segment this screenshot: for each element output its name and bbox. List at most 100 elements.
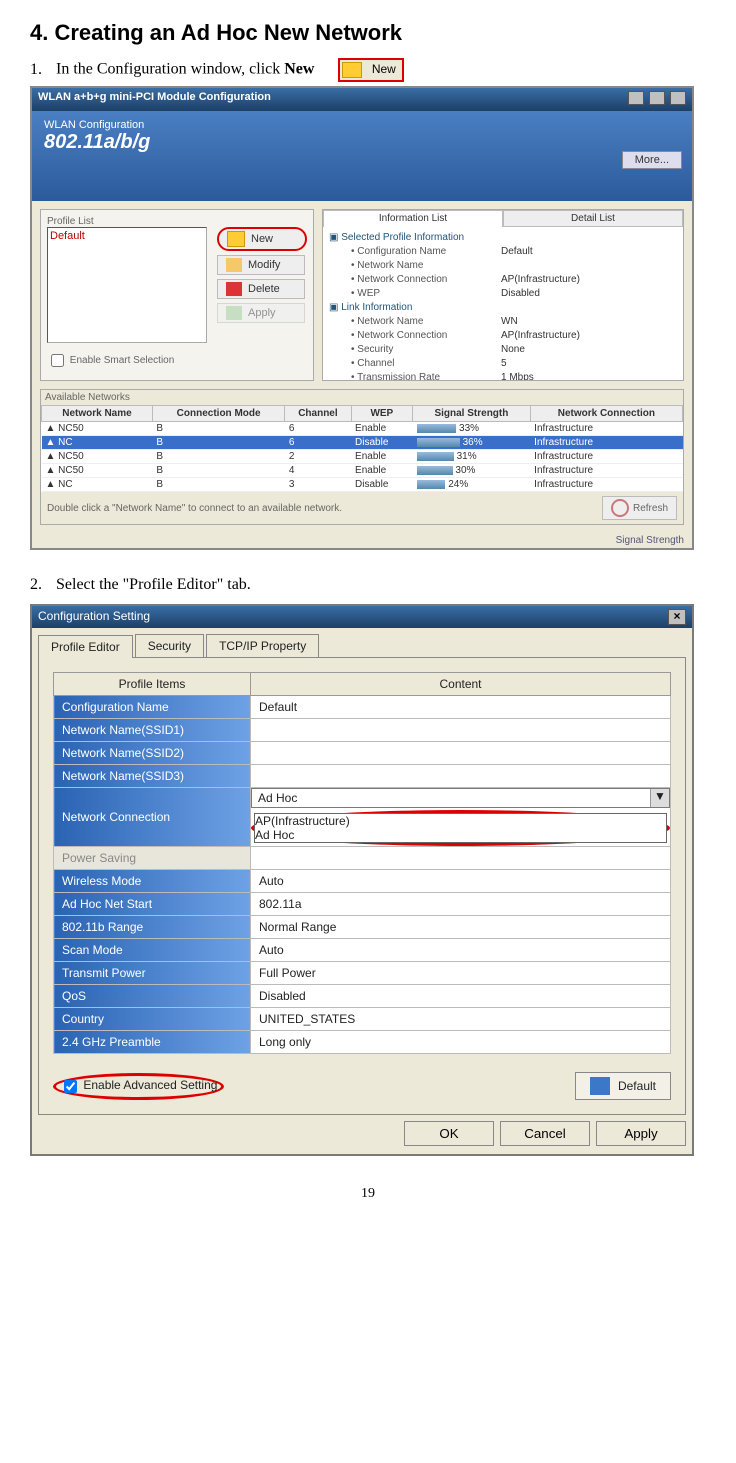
table-row[interactable]: QoSDisabled [54, 985, 671, 1008]
tab-detail-list[interactable]: Detail List [503, 210, 683, 227]
enable-smart-selection[interactable]: Enable Smart Selection [47, 351, 307, 370]
cell-mode: B [152, 422, 284, 436]
close-icon[interactable] [670, 91, 686, 105]
profile-list[interactable]: Default [47, 227, 207, 343]
delete-button[interactable]: Delete [217, 279, 305, 299]
table-row[interactable]: Network ConnectionAd Hoc▼AP(Infrastructu… [54, 788, 671, 847]
row-value[interactable]: Auto [251, 870, 671, 893]
apply-button-label: Apply [248, 307, 276, 319]
row-value[interactable] [251, 765, 671, 788]
row-value[interactable]: Full Power [251, 962, 671, 985]
cell-wep: Enable [351, 464, 413, 478]
row-value[interactable]: Long only [251, 1031, 671, 1054]
tab-information-list[interactable]: Information List [323, 210, 503, 227]
dropdown-option[interactable]: AP(Infrastructure) [255, 814, 666, 828]
table-row[interactable]: CountryUNITED_STATES [54, 1008, 671, 1031]
tab-security[interactable]: Security [135, 634, 204, 657]
profile-list-box: Profile List Default New Modify Delete A… [40, 209, 314, 381]
row-value[interactable]: Normal Range [251, 916, 671, 939]
modify-button[interactable]: Modify [217, 255, 305, 275]
step-2-text: Select the "Profile Editor" tab. [56, 576, 251, 593]
table-row[interactable]: Scan ModeAuto [54, 939, 671, 962]
new-folder-icon [342, 62, 362, 78]
tree-value: AP(Infrastructure) [501, 273, 580, 287]
cancel-button[interactable]: Cancel [500, 1121, 590, 1146]
tree-row: • Network NameWN [329, 315, 677, 329]
enable-advanced-checkbox[interactable] [64, 1080, 77, 1093]
step-1-bold: New [284, 61, 314, 78]
available-networks-hint: Double click a "Network Name" to connect… [47, 503, 342, 514]
dropdown-option[interactable]: Ad Hoc [255, 828, 666, 842]
row-value[interactable]: Default [251, 696, 671, 719]
table-header: WEP [351, 406, 413, 422]
table-row[interactable]: ▲ NCB3Disable 24%Infrastructure [42, 478, 683, 492]
row-value[interactable]: UNITED_STATES [251, 1008, 671, 1031]
tree-value: Disabled [501, 287, 540, 301]
table-row[interactable]: Network Name(SSID3) [54, 765, 671, 788]
enable-advanced-highlight: Enable Advanced Setting [53, 1073, 224, 1100]
table-row[interactable]: Network Name(SSID1) [54, 719, 671, 742]
default-button[interactable]: Default [575, 1072, 671, 1100]
table-row[interactable]: ▲ NC50B4Enable 30%Infrastructure [42, 464, 683, 478]
minimize-icon[interactable] [628, 91, 644, 105]
table-row[interactable]: 2.4 GHz PreambleLong only [54, 1031, 671, 1054]
table-row[interactable]: Network Name(SSID2) [54, 742, 671, 765]
close-icon[interactable]: × [668, 609, 686, 625]
row-label: Scan Mode [54, 939, 251, 962]
step-1-num: 1. [30, 61, 52, 79]
dropdown-list[interactable]: AP(Infrastructure)Ad Hoc [254, 813, 667, 843]
more-button[interactable]: More... [622, 151, 682, 169]
apply-button[interactable]: Apply [596, 1121, 686, 1146]
cell-conn: Infrastructure [530, 422, 682, 436]
tree-key: • Network Connection [329, 273, 501, 287]
wlan-config-window: WLAN a+b+g mini-PCI Module Configuration… [30, 86, 694, 550]
tree-key: • Transmission Rate [329, 371, 501, 381]
ok-button[interactable]: OK [404, 1121, 494, 1146]
tree-row: • Configuration NameDefault [329, 245, 677, 259]
banner-line2: 802.11a/b/g [44, 131, 680, 154]
window-titlebar: Configuration Setting × [32, 606, 692, 628]
row-value[interactable] [251, 742, 671, 765]
window-title: WLAN a+b+g mini-PCI Module Configuration [38, 91, 271, 108]
modify-icon [226, 258, 242, 272]
network-connection-dropdown[interactable]: Ad Hoc▼ [251, 788, 670, 808]
row-value[interactable]: Ad Hoc▼AP(Infrastructure)Ad Hoc [251, 788, 671, 847]
row-label: Configuration Name [54, 696, 251, 719]
row-value[interactable]: Disabled [251, 985, 671, 1008]
available-networks-table: Network NameConnection ModeChannelWEPSig… [41, 405, 683, 492]
default-button-label: Default [618, 1079, 656, 1093]
row-value[interactable]: Auto [251, 939, 671, 962]
tree-value: 5 [501, 357, 507, 371]
row-value[interactable] [251, 847, 671, 870]
table-row[interactable]: ▲ NC50B2Enable 31%Infrastructure [42, 450, 683, 464]
table-row[interactable]: Configuration NameDefault [54, 696, 671, 719]
row-value[interactable]: 802.11a [251, 893, 671, 916]
table-row[interactable]: Transmit PowerFull Power [54, 962, 671, 985]
table-row[interactable]: Wireless ModeAuto [54, 870, 671, 893]
table-row[interactable]: 802.11b RangeNormal Range [54, 916, 671, 939]
row-value[interactable] [251, 719, 671, 742]
refresh-button[interactable]: Refresh [602, 496, 677, 520]
tab-profile-editor[interactable]: Profile Editor [38, 635, 133, 658]
available-networks-label: Available Networks [41, 390, 683, 405]
tree-key: • Security [329, 343, 501, 357]
configuration-setting-window: Configuration Setting × Profile Editor S… [30, 604, 694, 1156]
profile-item-default[interactable]: Default [50, 230, 204, 242]
tree-value: WN [501, 315, 518, 329]
table-row[interactable]: Power Saving [54, 847, 671, 870]
page-number: 19 [30, 1186, 706, 1202]
cell-wep: Disable [351, 436, 413, 450]
enable-advanced-setting[interactable]: Enable Advanced Setting [60, 1078, 217, 1092]
cell-name: ▲ NC50 [42, 464, 153, 478]
table-row[interactable]: ▲ NCB6Disable 36%Infrastructure [42, 436, 683, 450]
enable-smart-checkbox[interactable] [51, 354, 64, 367]
tree-key: • Configuration Name [329, 245, 501, 259]
apply-button[interactable]: Apply [217, 303, 305, 323]
new-button[interactable]: New [217, 227, 307, 251]
table-row[interactable]: ▲ NC50B6Enable 33%Infrastructure [42, 422, 683, 436]
maximize-icon[interactable] [649, 91, 665, 105]
tree-row: • Transmission Rate1 Mbps [329, 371, 677, 381]
chevron-down-icon[interactable]: ▼ [650, 789, 669, 807]
table-row[interactable]: Ad Hoc Net Start802.11a [54, 893, 671, 916]
tab-tcpip[interactable]: TCP/IP Property [206, 634, 319, 657]
